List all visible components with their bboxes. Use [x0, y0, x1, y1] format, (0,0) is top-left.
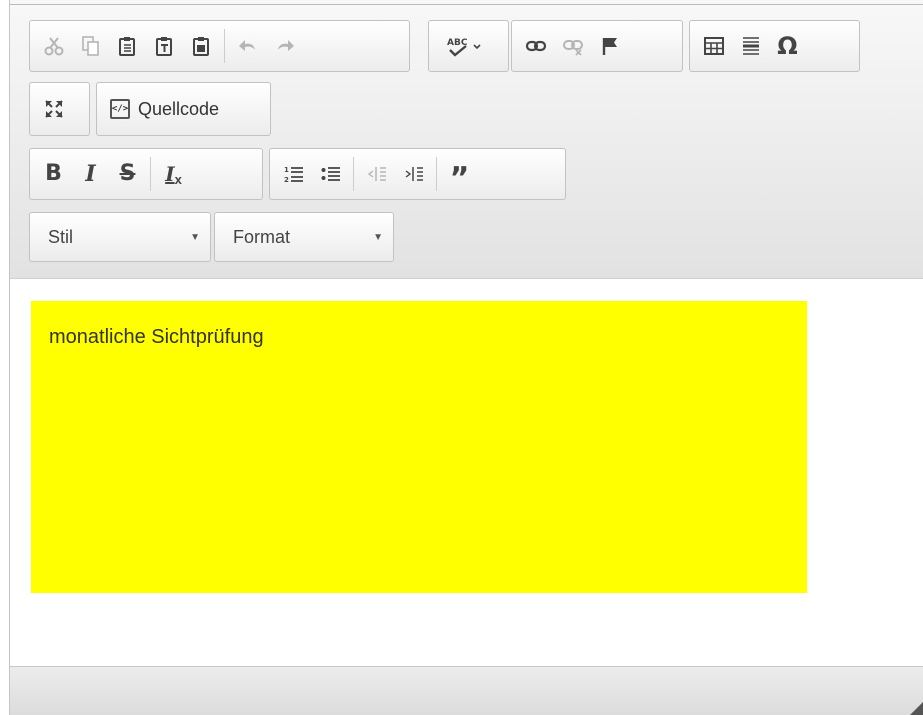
toolbar-separator [150, 157, 151, 191]
svg-text:1: 1 [284, 166, 289, 174]
chevron-down-icon: ▼ [190, 231, 200, 243]
outdent-icon[interactable] [358, 153, 395, 195]
italic-icon[interactable]: I [72, 153, 109, 195]
strikethrough-icon[interactable]: S [109, 153, 146, 195]
content-text: monatliche Sichtprüfung [49, 326, 264, 348]
remove-format-icon[interactable]: Ix [155, 153, 192, 195]
paste-text-icon[interactable] [146, 25, 183, 67]
format-dropdown[interactable]: Format ▼ [214, 212, 394, 262]
toolbar-separator [353, 157, 354, 191]
style-dropdown-value: Stil [48, 226, 74, 247]
style-dropdown[interactable]: Stil ▼ [29, 212, 211, 262]
bulleted-list-icon[interactable] [312, 153, 349, 195]
blockquote-icon[interactable]: ” [441, 153, 478, 195]
source-button[interactable]: </> Quellcode [102, 88, 227, 130]
clipboard-group [29, 20, 410, 72]
unlink-icon[interactable] [554, 25, 591, 67]
anchor-icon[interactable] [591, 25, 628, 67]
format-dropdown-value: Format [233, 226, 291, 247]
highlighted-block[interactable]: monatliche Sichtprüfung [31, 301, 807, 593]
editor-toolbar: ABC Ω </> Quellcode B I S I x 1 2 ” Stil… [10, 0, 923, 279]
resize-handle[interactable] [910, 701, 923, 715]
table-icon[interactable] [695, 25, 732, 67]
toolbar-separator [436, 157, 437, 191]
rich-text-editor: ABC Ω </> Quellcode B I S I x 1 2 ” Stil… [9, 0, 923, 715]
cut-icon[interactable] [35, 25, 72, 67]
maximize-group [29, 82, 90, 136]
insert-group: Ω [689, 20, 860, 72]
link-group [511, 20, 683, 72]
numbered-list-icon[interactable]: 12 [275, 153, 312, 195]
toolbar-top-edge [10, 0, 923, 5]
basic-styles-group: B I S Ix [29, 148, 263, 200]
svg-text:2: 2 [284, 176, 289, 184]
bold-icon[interactable]: B [35, 153, 72, 195]
indent-icon[interactable] [395, 153, 432, 195]
copy-icon[interactable] [72, 25, 109, 67]
editor-status-bar [10, 666, 923, 715]
paste-icon[interactable] [109, 25, 146, 67]
undo-icon[interactable] [229, 25, 266, 67]
editor-content-area[interactable]: monatliche Sichtprüfung [10, 279, 923, 666]
source-group: </> Quellcode [96, 82, 271, 136]
toolbar-separator [224, 29, 225, 63]
chevron-down-icon: ▼ [373, 231, 383, 243]
paste-word-icon[interactable] [183, 25, 220, 67]
paragraph-group: 12 ” [269, 148, 566, 200]
horizontal-line-icon[interactable] [732, 25, 769, 67]
link-icon[interactable] [517, 25, 554, 67]
source-icon: </> [110, 99, 130, 119]
omega-icon[interactable]: Ω [769, 25, 806, 67]
spellcheck-group: ABC [428, 20, 509, 72]
source-button-label: Quellcode [138, 98, 220, 119]
redo-icon[interactable] [266, 25, 303, 67]
maximize-icon[interactable] [35, 88, 72, 130]
spellcheck-icon[interactable]: ABC [434, 25, 498, 67]
